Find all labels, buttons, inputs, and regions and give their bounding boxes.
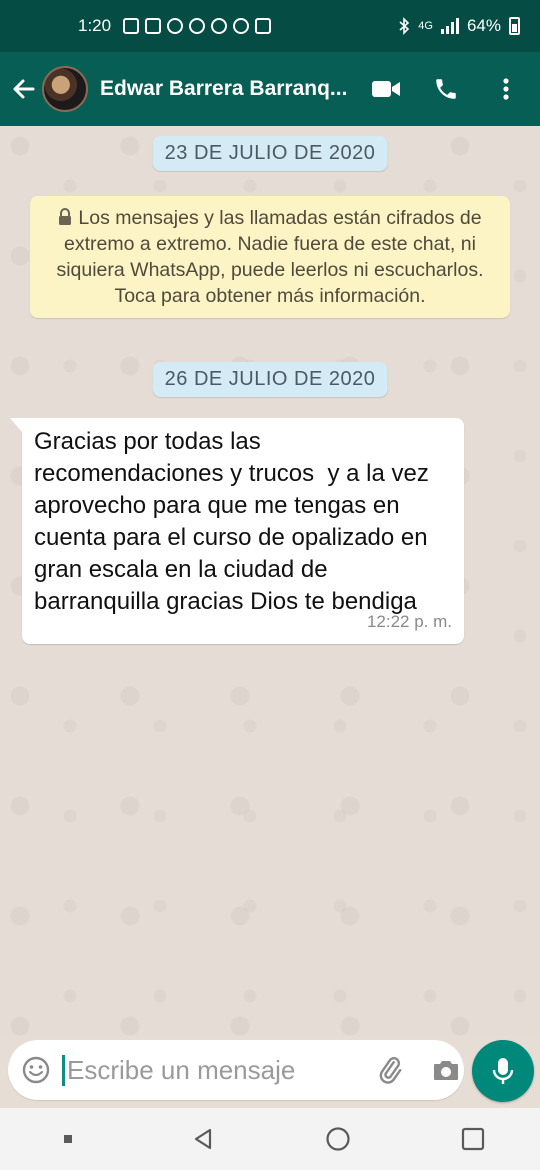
triangle-back-icon — [194, 1128, 211, 1150]
incoming-message[interactable]: Gracias por todas las recomendaciones y … — [10, 418, 464, 644]
paperclip-icon — [379, 1057, 402, 1084]
emoji-button[interactable] — [16, 1050, 56, 1090]
input-pill — [8, 1040, 464, 1100]
date-chip: 26 DE JULIO DE 2020 — [152, 362, 388, 397]
nav-back-button[interactable] — [183, 1119, 223, 1159]
notification-icon — [123, 18, 140, 34]
video-camera-icon — [372, 81, 400, 97]
health-icon — [233, 18, 250, 34]
message-text: Gracias por todas las recomendaciones y … — [34, 428, 436, 615]
battery-percent: 64% — [466, 16, 501, 35]
chat-area[interactable]: 23 DE JULIO DE 2020 Los mensajes y las l… — [0, 126, 540, 1036]
video-call-button[interactable] — [370, 73, 402, 105]
camera-button[interactable] — [428, 1052, 464, 1088]
more-vert-icon — [503, 78, 509, 100]
nav-recents-button[interactable] — [453, 1119, 493, 1159]
network-type: 4G — [418, 20, 433, 32]
phone-icon — [436, 79, 456, 99]
bluetooth-icon — [399, 17, 410, 35]
emoji-icon — [22, 1056, 50, 1084]
status-left: 1:20 — [78, 16, 272, 36]
avatar[interactable] — [42, 66, 88, 112]
status-bar: 1:20 4G 64% — [0, 0, 540, 52]
system-nav-bar — [0, 1108, 540, 1170]
camera-icon — [434, 1061, 458, 1080]
circle-home-icon — [325, 1127, 350, 1151]
header-actions — [370, 73, 522, 105]
notification-icon — [145, 18, 162, 34]
notification-icons — [123, 18, 272, 34]
mic-button[interactable] — [472, 1040, 534, 1102]
voice-call-button[interactable] — [430, 73, 462, 105]
square-recents-icon — [461, 1127, 484, 1151]
mic-icon — [492, 1058, 514, 1084]
status-right: 4G 64% — [398, 16, 520, 36]
message-input[interactable] — [62, 1054, 352, 1086]
nav-menu-button[interactable] — [48, 1119, 88, 1159]
arrow-left-icon — [13, 79, 35, 99]
encryption-notice-text: Los mensajes y las llamadas están cifrad… — [56, 207, 484, 307]
nav-home-button[interactable] — [318, 1119, 358, 1159]
chat-header: Edwar Barrera Barranq... — [0, 52, 540, 126]
menu-button[interactable] — [490, 73, 522, 105]
signal-icon — [440, 18, 459, 34]
instagram-icon — [211, 18, 228, 34]
composer — [0, 1036, 540, 1108]
encryption-notice[interactable]: Los mensajes y las llamadas están cifrad… — [30, 196, 510, 318]
dnd-icon — [167, 18, 184, 34]
battery-icon — [509, 17, 520, 35]
back-button[interactable] — [6, 71, 42, 107]
attach-button[interactable] — [372, 1052, 408, 1088]
contact-name[interactable]: Edwar Barrera Barranq... — [100, 77, 360, 101]
dot-icon — [63, 1135, 72, 1143]
message-icon — [255, 18, 272, 34]
instagram-icon — [189, 18, 206, 34]
lock-icon — [59, 208, 72, 225]
status-time: 1:20 — [78, 16, 112, 35]
date-chip: 23 DE JULIO DE 2020 — [152, 136, 388, 171]
